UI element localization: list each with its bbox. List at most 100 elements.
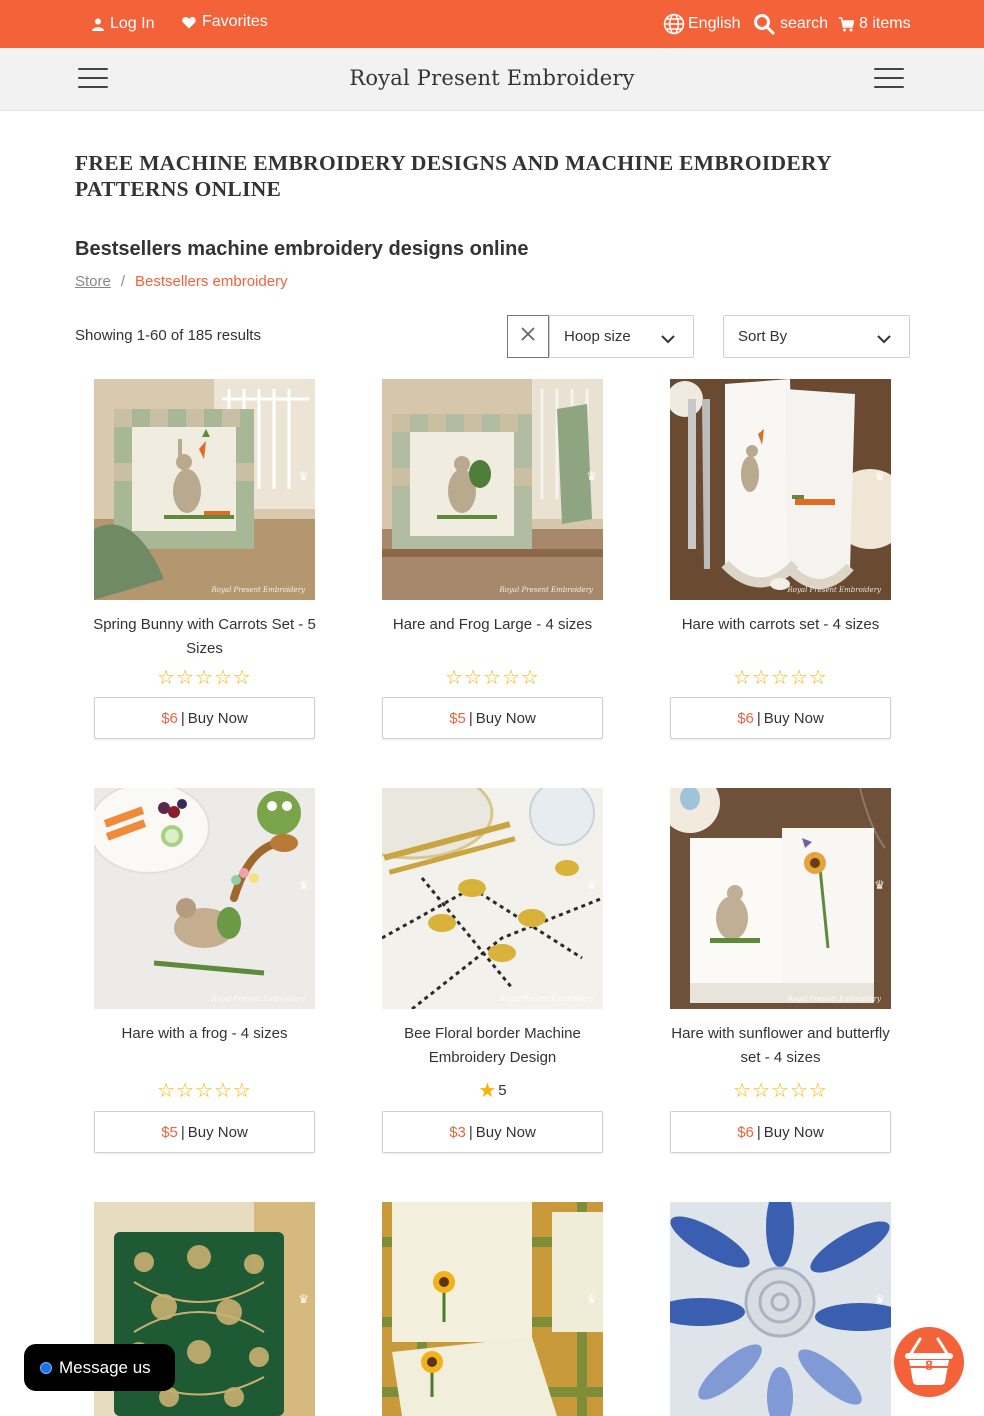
crown-icon: ♛: [586, 469, 597, 483]
rating-stars: ☆☆☆☆☆: [733, 667, 828, 689]
rating-stars: ☆☆☆☆☆: [445, 667, 540, 689]
buy-now-label: Buy Now: [475, 709, 536, 727]
star-icon: ★: [478, 1080, 497, 1102]
product-price: $6: [737, 709, 754, 727]
crown-icon: ♛: [874, 469, 885, 483]
product-image[interactable]: ♛ Royal Present Embroidery: [670, 788, 891, 1009]
watermark: Royal Present Embroidery: [787, 995, 881, 1003]
product-image[interactable]: ♛ Royal Present Embroidery: [670, 379, 891, 600]
buy-now-button[interactable]: $5 | Buy Now: [382, 697, 603, 739]
buy-now-label: Buy Now: [187, 1123, 248, 1141]
crown-icon: ♛: [298, 1292, 309, 1306]
product-image[interactable]: ♛: [382, 1202, 603, 1416]
watermark: Royal Present Embroidery: [499, 995, 593, 1003]
product-card: ♛ Royal Present Embroidery Spring Bunny …: [93, 379, 316, 739]
search-link[interactable]: search: [753, 0, 828, 48]
product-name[interactable]: Hare with sunflower and butterfly set - …: [660, 1022, 901, 1070]
product-image[interactable]: ♛: [670, 1202, 891, 1416]
buy-now-label: Buy Now: [763, 1123, 824, 1141]
favorites-link[interactable]: Favorites: [182, 0, 268, 46]
favorites-label: Favorites: [202, 13, 268, 30]
language-label: English: [688, 15, 741, 32]
message-us-label: Message us: [59, 1357, 151, 1377]
breadcrumb-separator: /: [120, 273, 126, 290]
chevron-down-icon: [661, 331, 675, 348]
sort-by-select[interactable]: Sort By: [723, 315, 910, 358]
rating-value: 5: [498, 1082, 507, 1099]
brand-logo[interactable]: Royal Present Embroidery: [0, 66, 984, 90]
login-label: Log In: [110, 15, 155, 32]
globe-icon: [663, 13, 685, 35]
watermark: Royal Present Embroidery: [787, 586, 881, 594]
watermark: Royal Present Embroidery: [211, 995, 305, 1003]
rating-stars: ☆☆☆☆☆: [157, 1080, 252, 1102]
product-price: $6: [161, 709, 178, 727]
product-price: $5: [449, 709, 466, 727]
nav-bar: Royal Present Embroidery: [0, 48, 984, 111]
product-name[interactable]: Hare with a frog - 4 sizes: [84, 1022, 325, 1046]
buy-now-button[interactable]: $3 | Buy Now: [382, 1111, 603, 1153]
section-title: Bestsellers machine embroidery designs o…: [75, 238, 529, 260]
product-price: $5: [161, 1123, 178, 1141]
cart-label: 8 items: [859, 15, 911, 32]
product-name[interactable]: Bee Floral border Machine Embroidery Des…: [372, 1022, 613, 1070]
online-status-icon: [40, 1361, 52, 1374]
clear-filter-button[interactable]: [507, 315, 549, 358]
buy-now-button[interactable]: $6 | Buy Now: [670, 697, 891, 739]
cart-icon: [839, 16, 854, 32]
product-image[interactable]: ♛ Royal Present Embroidery: [382, 379, 603, 600]
breadcrumb-store-link[interactable]: Store: [75, 273, 111, 290]
hoop-size-select[interactable]: Hoop size: [549, 315, 694, 358]
buy-now-label: Buy Now: [187, 709, 248, 727]
floating-cart-button[interactable]: 8: [894, 1327, 964, 1397]
top-bar: Log In Favorites English search 8 items: [0, 0, 984, 48]
breadcrumb: Store / Bestsellers embroidery: [75, 273, 288, 290]
product-image[interactable]: ♛ Royal Present Embroidery: [94, 379, 315, 600]
buy-now-button[interactable]: $6 | Buy Now: [94, 697, 315, 739]
rating-stars: ☆☆☆☆☆: [733, 1080, 828, 1102]
product-price: $6: [737, 1123, 754, 1141]
page-title: FREE MACHINE EMBROIDERY DESIGNS AND MACH…: [75, 151, 832, 201]
language-selector[interactable]: English: [663, 0, 740, 48]
breadcrumb-current[interactable]: Bestsellers embroidery: [135, 273, 288, 290]
crown-icon: ♛: [298, 469, 309, 483]
buy-now-button[interactable]: $5 | Buy Now: [94, 1111, 315, 1153]
product-name[interactable]: Spring Bunny with Carrots Set - 5 Sizes: [84, 613, 325, 661]
crown-icon: ♛: [874, 1292, 885, 1306]
watermark: Royal Present Embroidery: [211, 586, 305, 594]
search-icon: [753, 13, 775, 35]
product-card: ♛: [382, 1202, 603, 1416]
product-card: ♛ Royal Present Embroidery Hare with car…: [670, 379, 891, 739]
cart-count-badge: 8: [925, 1357, 933, 1373]
product-card: ♛: [670, 1202, 891, 1416]
buy-now-button[interactable]: $6 | Buy Now: [670, 1111, 891, 1153]
chevron-down-icon: [877, 331, 891, 348]
buy-now-label: Buy Now: [763, 709, 824, 727]
sort-by-label: Sort By: [738, 328, 788, 345]
message-us-button[interactable]: Message us: [24, 1344, 175, 1391]
product-name[interactable]: Hare with carrots set - 4 sizes: [660, 613, 901, 637]
hoop-size-label: Hoop size: [564, 328, 631, 345]
product-card: ♛ Royal Present Embroidery Bee Floral bo…: [382, 788, 603, 1153]
product-image[interactable]: ♛ Royal Present Embroidery: [94, 788, 315, 1009]
secondary-menu-icon[interactable]: [874, 68, 904, 90]
crown-icon: ♛: [298, 878, 309, 892]
user-icon: [92, 18, 104, 31]
rating-stars: ☆☆☆☆☆: [157, 667, 252, 689]
cart-link[interactable]: 8 items: [839, 0, 911, 48]
close-icon: [521, 327, 535, 346]
product-card: ♛ Royal Present Embroidery Hare with sun…: [670, 788, 891, 1153]
login-link[interactable]: Log In: [92, 0, 154, 48]
rating-summary: ★ 5: [382, 1078, 603, 1103]
product-image[interactable]: ♛ Royal Present Embroidery: [382, 788, 603, 1009]
product-name[interactable]: Hare and Frog Large - 4 sizes: [372, 613, 613, 637]
crown-icon: ♛: [586, 878, 597, 892]
search-label: search: [780, 15, 829, 32]
watermark: Royal Present Embroidery: [499, 586, 593, 594]
heart-icon: [182, 16, 196, 29]
product-card: ♛ Royal Present Embroidery Hare and Frog…: [382, 379, 603, 739]
crown-icon: ♛: [586, 1292, 597, 1306]
product-price: $3: [449, 1123, 466, 1141]
results-count: Showing 1-60 of 185 results: [75, 327, 261, 344]
crown-icon: ♛: [874, 878, 885, 892]
